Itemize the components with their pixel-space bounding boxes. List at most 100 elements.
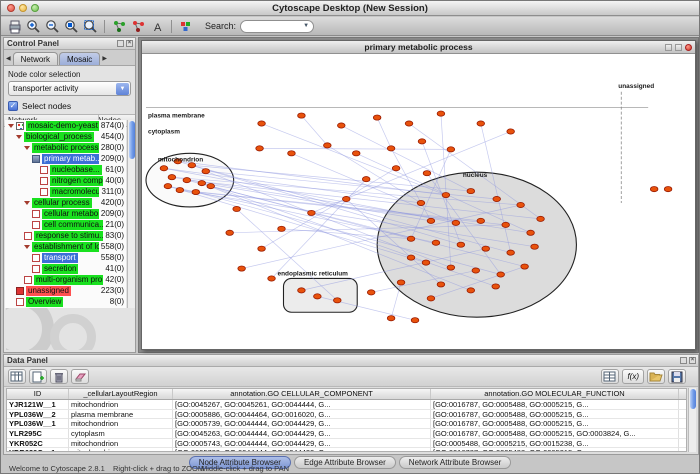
table-cell[interactable]: mitochondrion (69, 448, 173, 452)
table-cell[interactable]: [GO:0045263, GO:0044444, GO:0044429, G..… (173, 429, 431, 438)
node[interactable] (258, 246, 266, 251)
frame-maximize-icon[interactable] (675, 44, 682, 51)
table-grid-icon[interactable] (601, 369, 619, 384)
edge[interactable] (301, 116, 327, 146)
node[interactable] (324, 143, 332, 148)
node[interactable] (362, 177, 370, 182)
network-canvas[interactable]: plasma membranecytoplasmmitochondrionnuc… (142, 54, 695, 349)
table-cell[interactable]: mitochondrion (69, 400, 173, 409)
expand-arrow-icon[interactable] (24, 245, 30, 249)
tree-item[interactable]: multi-organism pro...42(0) (5, 274, 126, 285)
node[interactable] (373, 115, 381, 120)
node[interactable] (397, 280, 405, 285)
node[interactable] (411, 318, 419, 323)
expand-arrow-icon[interactable] (24, 201, 30, 205)
tree-item[interactable]: response to stimu...83(0) (5, 230, 126, 241)
node[interactable] (233, 206, 241, 211)
node[interactable] (207, 184, 215, 189)
table-cell[interactable]: mitochondrion (69, 419, 173, 428)
node[interactable] (467, 288, 475, 293)
tree-item[interactable]: nitrogen compo...40(0) (5, 175, 126, 186)
edge[interactable] (341, 126, 471, 192)
expand-arrow-icon[interactable] (8, 124, 14, 128)
delete-attribute-icon[interactable] (50, 369, 68, 384)
table-cell[interactable]: [GO:0005488, GO:0005215, GO:0015238, G..… (431, 439, 679, 448)
zoom-selected-icon[interactable] (62, 18, 80, 35)
tree-item[interactable]: metabolic process280(0) (5, 142, 126, 153)
node[interactable] (387, 146, 395, 151)
table-cell[interactable]: [GO:0005886, GO:0044464, GO:0016020, G..… (173, 410, 431, 419)
node[interactable] (418, 139, 426, 144)
table-cell[interactable]: [GO:0016787, GO:0005488, GO:0005215, G..… (431, 400, 679, 409)
node[interactable] (447, 265, 455, 270)
table-row[interactable]: YJR121W__1mitochondrion[GO:0045267, GO:0… (7, 400, 686, 410)
node[interactable] (337, 123, 345, 128)
tree-item[interactable]: secretion41(0) (5, 263, 126, 274)
node[interactable] (198, 181, 206, 186)
node[interactable] (492, 284, 500, 289)
node[interactable] (308, 210, 316, 215)
edge[interactable] (262, 124, 446, 196)
node[interactable] (417, 200, 425, 205)
node[interactable] (192, 189, 200, 194)
node[interactable] (392, 166, 400, 171)
export-table-icon[interactable] (668, 369, 686, 384)
formula-builder-button[interactable]: f(x) (622, 369, 644, 384)
table-row[interactable]: YDR039C__1mitochondrion[GO:0005739, GO:0… (7, 448, 686, 452)
node[interactable] (278, 226, 286, 231)
create-attribute-icon[interactable] (29, 369, 47, 384)
node[interactable] (437, 282, 445, 287)
node[interactable] (437, 111, 445, 116)
node[interactable] (256, 146, 264, 151)
edge[interactable] (260, 148, 451, 149)
tree-scrollbar-thumb[interactable] (129, 121, 135, 159)
node[interactable] (477, 121, 485, 126)
table-cell[interactable]: cytoplasm (69, 429, 173, 438)
table-row[interactable]: YLR295Ccytoplasm[GO:0045263, GO:0044444,… (7, 429, 686, 439)
tree-scrollbar[interactable] (127, 120, 135, 308)
node[interactable] (472, 268, 480, 273)
frame-minimize-icon[interactable] (665, 44, 672, 51)
tree-item[interactable]: establishment of lo...558(0) (5, 241, 126, 252)
node[interactable] (531, 244, 539, 249)
table-scrollbar-thumb[interactable] (690, 389, 696, 409)
node[interactable] (467, 188, 475, 193)
node[interactable] (457, 242, 465, 247)
tree-item[interactable]: biological_process454(0) (5, 131, 126, 142)
node[interactable] (507, 250, 515, 255)
table-cell[interactable]: YLR295C (7, 429, 69, 438)
expand-arrow-icon[interactable] (24, 146, 30, 150)
tree-item[interactable]: mosaic-demo-yeast874(0) (5, 120, 126, 131)
tree-item[interactable]: unassigned223(0) (5, 285, 126, 296)
vizmapper-icon[interactable] (177, 18, 195, 35)
search-input[interactable] (241, 22, 303, 31)
tree-item[interactable]: cell communica...21(0) (5, 219, 126, 230)
node[interactable] (387, 316, 395, 321)
node[interactable] (427, 218, 435, 223)
annotation-icon[interactable]: A (148, 18, 166, 35)
node[interactable] (334, 298, 342, 303)
node[interactable] (160, 166, 168, 171)
tab-network[interactable]: Network (13, 52, 58, 65)
node[interactable] (298, 113, 306, 118)
node[interactable] (405, 121, 413, 126)
table-cell[interactable]: [GO:0005739, GO:0044444, GO:0044429, G..… (173, 448, 431, 452)
search-dropdown-icon[interactable]: ▼ (303, 23, 313, 29)
table-cell[interactable]: mitochondrion (69, 439, 173, 448)
node[interactable] (423, 171, 431, 176)
column-header[interactable]: annotation.GO CELLULAR_COMPONENT (173, 389, 431, 399)
tab-mosaic[interactable]: Mosaic (59, 52, 100, 65)
node[interactable] (352, 151, 360, 156)
column-header[interactable]: ID (7, 389, 69, 399)
node[interactable] (497, 272, 505, 277)
table-cell[interactable]: [GO:0045267, GO:0045261, GO:0044444, G..… (173, 400, 431, 409)
float-panel-icon[interactable] (680, 357, 687, 364)
node[interactable] (422, 260, 430, 265)
edge[interactable] (377, 118, 391, 149)
table-cell[interactable]: YJR121W__1 (7, 400, 69, 409)
table-row[interactable]: YKR052Cmitochondrion[GO:0005743, GO:0044… (7, 439, 686, 449)
node[interactable] (507, 129, 515, 134)
network-frame-titlebar[interactable]: primary metabolic process (142, 41, 695, 54)
table-row[interactable]: YPL036W__2plasma membrane[GO:0005886, GO… (7, 410, 686, 420)
tree-item[interactable]: nucleobase...61(0) (5, 164, 126, 175)
